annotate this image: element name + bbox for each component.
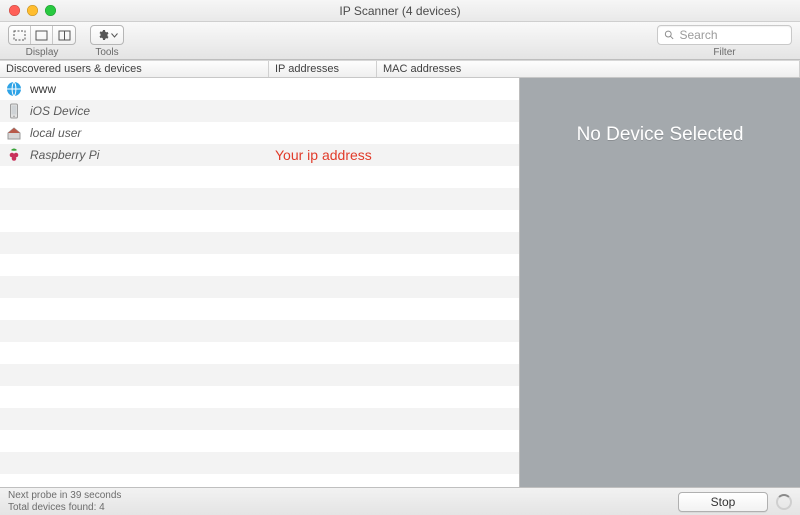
column-header-name[interactable]: Discovered users & devices: [0, 61, 269, 77]
table-row-empty: [0, 386, 519, 408]
table-row-empty: [0, 276, 519, 298]
display-view-1[interactable]: [9, 26, 31, 44]
display-label: Display: [26, 47, 59, 58]
toolbar: Display Tools Filter: [0, 22, 800, 60]
tools-label: Tools: [95, 47, 118, 58]
table-row-empty: [0, 210, 519, 232]
dashed-box-icon: [13, 30, 26, 41]
search-input[interactable]: [679, 28, 785, 42]
device-name: www: [30, 82, 56, 96]
table-row[interactable]: Raspberry Pi Your ip address: [0, 144, 519, 166]
status-bar: Next probe in 39 seconds Total devices f…: [0, 487, 800, 515]
tools-group: Tools: [90, 25, 124, 58]
gear-icon: [97, 29, 109, 41]
table-row-empty: [0, 408, 519, 430]
table-row-empty: [0, 430, 519, 452]
raspberry-icon: [6, 147, 22, 163]
display-segmented-control[interactable]: [8, 25, 76, 45]
single-pane-icon: [35, 30, 48, 41]
display-group: Display: [8, 25, 76, 58]
main-body: www iOS Device local user Raspberry Pi Your …: [0, 78, 800, 487]
filter-label: Filter: [713, 47, 735, 58]
detail-empty-message: No Device Selected: [577, 124, 744, 487]
table-row-empty: [0, 364, 519, 386]
column-header-ip[interactable]: IP addresses: [269, 61, 377, 77]
column-header-mac[interactable]: MAC addresses: [377, 61, 800, 77]
chevron-down-icon: [111, 33, 118, 38]
table-row-empty: [0, 232, 519, 254]
device-ip: Your ip address: [269, 147, 377, 163]
status-next-probe: Next probe in 39 seconds: [8, 490, 121, 502]
search-field[interactable]: [657, 25, 792, 45]
globe-icon: [6, 81, 22, 97]
device-name: local user: [30, 126, 81, 140]
window-title: IP Scanner (4 devices): [0, 4, 800, 18]
device-name: iOS Device: [30, 104, 90, 118]
table-row-empty: [0, 254, 519, 276]
device-name: Raspberry Pi: [30, 148, 99, 162]
split-pane-icon: [58, 30, 71, 41]
table-row-empty: [0, 166, 519, 188]
search-group: Filter: [657, 25, 792, 58]
table-row-empty: [0, 188, 519, 210]
display-view-2[interactable]: [31, 26, 53, 44]
titlebar: IP Scanner (4 devices): [0, 0, 800, 22]
table-row-empty: [0, 452, 519, 474]
stop-button-label: Stop: [711, 495, 736, 509]
stop-button[interactable]: Stop: [678, 492, 768, 512]
display-view-3[interactable]: [53, 26, 75, 44]
table-row-empty: [0, 342, 519, 364]
table-row-empty: [0, 298, 519, 320]
phone-icon: [6, 103, 22, 119]
device-list-panel: www iOS Device local user Raspberry Pi Your …: [0, 78, 520, 487]
device-rows-container: www iOS Device local user Raspberry Pi Your …: [0, 78, 519, 474]
detail-panel: No Device Selected: [520, 78, 800, 487]
spinner-icon: [776, 494, 792, 510]
table-row-empty: [0, 320, 519, 342]
table-row[interactable]: iOS Device: [0, 100, 519, 122]
table-row[interactable]: local user: [0, 122, 519, 144]
house-icon: [6, 125, 22, 141]
column-header-row: Discovered users & devices IP addresses …: [0, 60, 800, 78]
tools-menu-button[interactable]: [90, 25, 124, 45]
table-row[interactable]: www: [0, 78, 519, 100]
status-total-devices: Total devices found: 4: [8, 502, 121, 514]
search-icon: [664, 29, 674, 41]
